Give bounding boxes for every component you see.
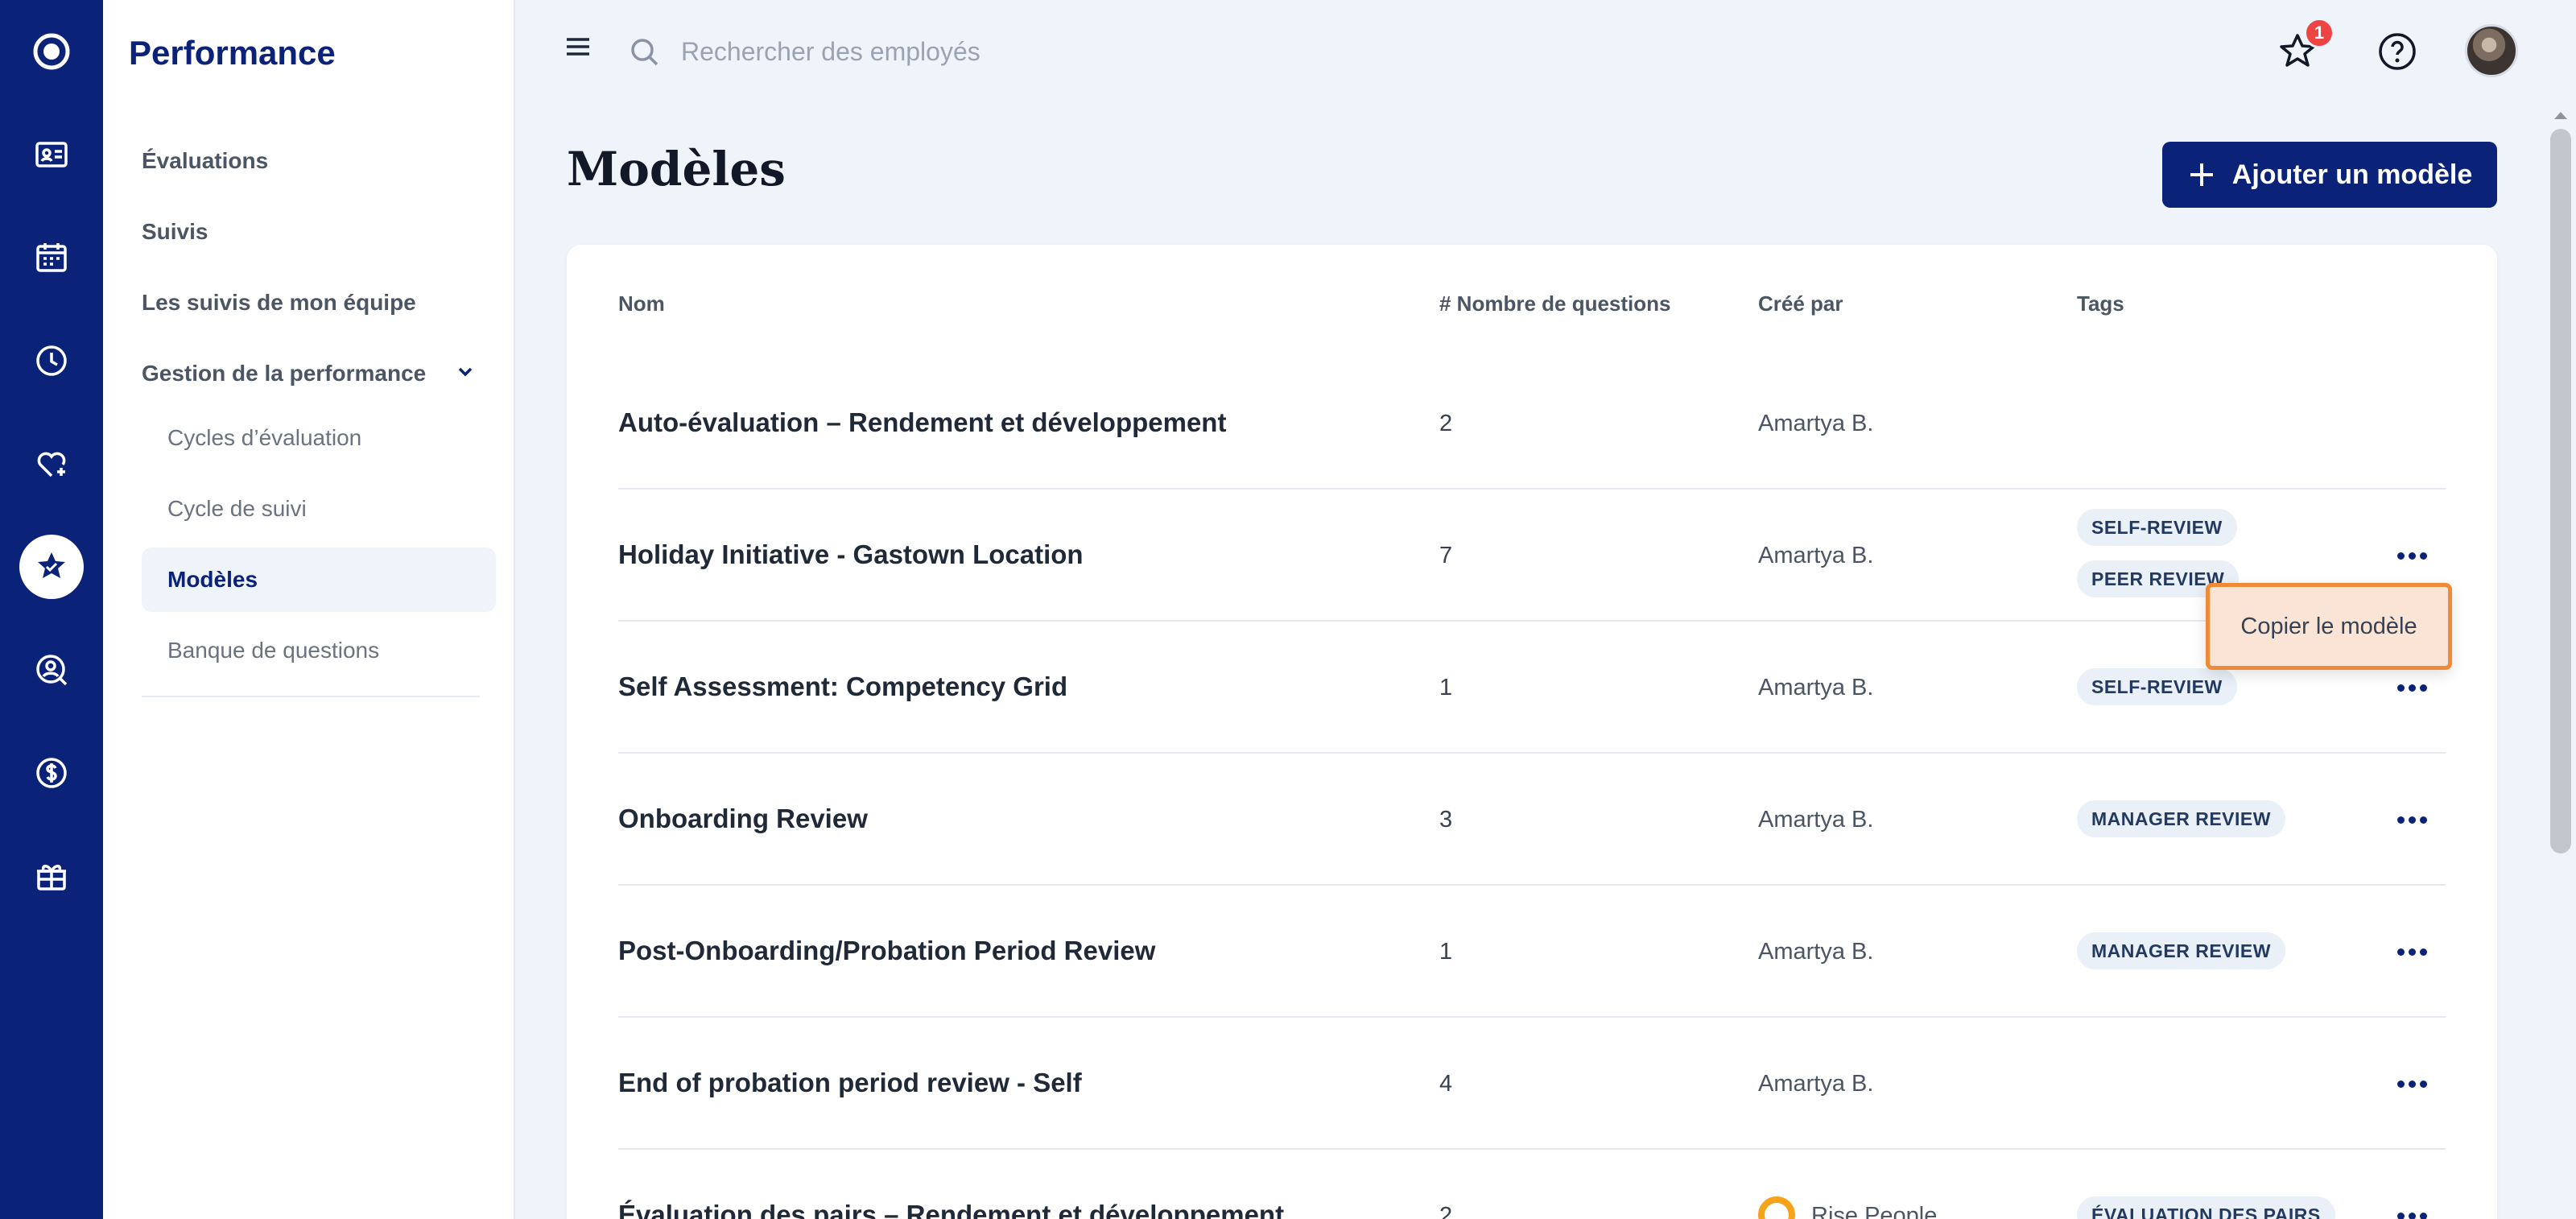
company-logo-icon [1758,1196,1795,1219]
table-row[interactable]: Évaluation des pairs – Rendement et déve… [618,1150,2446,1219]
avatar[interactable] [2465,24,2518,77]
column-header-created-by[interactable]: Créé par [1758,291,1843,316]
tag-badge: MANAGER REVIEW [2077,932,2285,969]
template-name[interactable]: Post-Onboarding/Probation Period Review [618,936,1155,966]
table-row[interactable]: Self Assessment: Competency Grid 1 Amart… [618,622,2446,754]
sidebar-divider [142,696,480,697]
template-name[interactable]: Évaluation des pairs – Rendement et déve… [618,1200,1284,1219]
created-by: Amartya B. [1758,411,1874,436]
created-by: Amartya B. [1758,807,1874,833]
clock-icon[interactable] [19,329,84,393]
chevron-down-icon[interactable] [454,361,477,383]
tag-badge: MANAGER REVIEW [2077,800,2285,837]
sidebar-title: Performance [129,34,336,72]
created-by: Amartya B. [1758,543,1874,568]
sidebar: Performance Évaluations Suivis Les suivi… [103,0,515,1219]
column-header-name[interactable]: Nom [618,291,665,316]
more-actions-button[interactable] [2386,539,2438,572]
table-row[interactable]: Onboarding Review 3 Amartya B. MANAGER R… [618,754,2446,886]
id-card-icon[interactable] [19,122,84,187]
question-count: 4 [1439,1071,1453,1097]
calendar-icon[interactable] [19,225,84,290]
table-row[interactable]: End of probation period review - Self 4 … [618,1018,2446,1150]
question-count: 7 [1439,543,1453,568]
sidebar-subitem-question-bank[interactable]: Banque de questions [167,638,379,663]
template-name[interactable]: Holiday Initiative - Gastown Location [618,539,1084,570]
copy-template-menu-item[interactable]: Copier le modèle [2206,583,2452,670]
more-actions-button[interactable] [2386,804,2438,836]
more-actions-button[interactable] [2386,936,2438,968]
sidebar-item-team-checkins[interactable]: Les suivis de mon équipe [142,290,416,316]
notification-badge: 1 [2304,18,2334,48]
sidebar-item-suivis[interactable]: Suivis [142,219,208,245]
app-logo-icon[interactable] [19,19,84,84]
dollar-icon[interactable] [19,741,84,805]
search-icon [631,39,658,66]
sidebar-item-performance-management[interactable]: Gestion de la performance [142,361,426,386]
more-actions-button[interactable] [2386,1068,2438,1100]
plus-icon [2190,163,2213,186]
page-title: Modèles [567,142,786,196]
person-search-icon[interactable] [19,638,84,702]
heart-plus-icon[interactable] [19,432,84,496]
template-name[interactable]: End of probation period review - Self [618,1068,1082,1098]
table-row[interactable]: Holiday Initiative - Gastown Location 7 … [618,490,2446,622]
column-header-tags: Tags [2077,291,2124,316]
icon-rail [0,0,103,1219]
more-actions-button[interactable] [2386,1200,2438,1219]
question-count: 1 [1439,939,1453,965]
template-name[interactable]: Auto-évaluation – Rendement et développe… [618,407,1226,438]
gift-icon[interactable] [19,844,84,908]
scroll-up-arrow-icon[interactable] [2552,108,2570,122]
tag-badge: SELF-REVIEW [2077,509,2237,546]
star-badge-icon[interactable] [19,535,84,599]
add-template-button-label: Ajouter un modèle [2231,159,2473,190]
tag-badge: ÉVALUATION DES PAIRS [2077,1196,2335,1219]
template-name[interactable]: Self Assessment: Competency Grid [618,671,1067,702]
help-icon[interactable] [2375,29,2420,74]
sidebar-subitem-review-cycles[interactable]: Cycles d’évaluation [167,425,361,451]
column-header-questions[interactable]: # Nombre de questions [1439,291,1671,316]
more-actions-button[interactable] [2386,671,2438,704]
question-count: 2 [1439,411,1453,436]
table-row[interactable]: Auto-évaluation – Rendement et développe… [618,357,2446,490]
sidebar-subitem-templates-label: Modèles [167,567,258,592]
created-by: Rise People [1811,1203,1938,1219]
search-input[interactable] [681,29,1406,74]
question-count: 2 [1439,1203,1453,1219]
created-by: Amartya B. [1758,939,1874,965]
table-row[interactable]: Post-Onboarding/Probation Period Review … [618,886,2446,1018]
question-count: 3 [1439,807,1453,833]
created-by: Amartya B. [1758,675,1874,700]
scrollbar-thumb[interactable] [2550,129,2571,853]
menu-icon[interactable] [564,32,592,61]
sidebar-item-evaluations[interactable]: Évaluations [142,148,268,174]
add-template-button[interactable]: Ajouter un modèle [2162,142,2497,208]
tag-badge: SELF-REVIEW [2077,668,2237,705]
sidebar-subitem-checkin-cycle[interactable]: Cycle de suivi [167,496,307,522]
created-by: Amartya B. [1758,1071,1874,1097]
template-name[interactable]: Onboarding Review [618,804,868,834]
question-count: 1 [1439,675,1453,700]
